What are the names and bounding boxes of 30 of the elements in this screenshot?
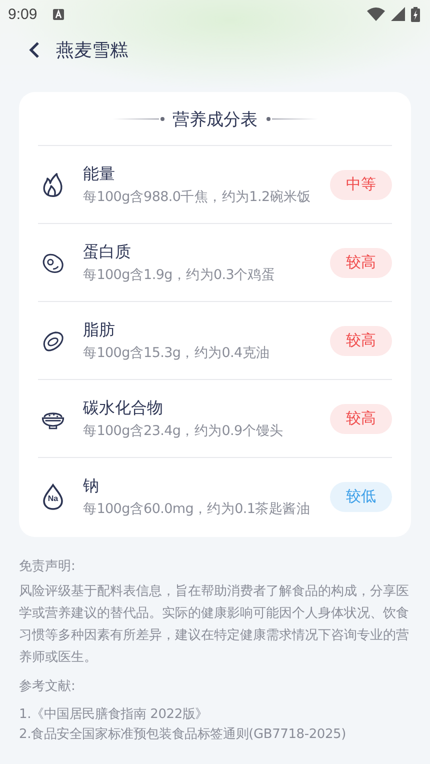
nutrient-name: 碳水化合物 [83,398,164,418]
nutrient-name: 能量 [83,164,116,184]
notification-icon [53,8,64,20]
nutrient-name: 钠 [83,476,100,496]
references-title: 参考文献: [19,678,76,695]
rating-badge: 较高 [330,326,392,356]
reference-item: 1.《中国居民膳食指南 2022版》 [19,706,210,724]
battery-icon [411,6,420,22]
nutrient-detail: 每100g含15.3g，约为0.4克油 [83,344,271,362]
rating-badge: 中等 [330,170,392,200]
status-time: 9:09 [8,6,38,22]
line-ornament-icon [112,116,164,122]
nutrient-name: 蛋白质 [83,242,132,262]
reference-item: 2.食品安全国家标准预包装食品标签通则(GB7718-2025) [19,726,347,744]
page-title: 燕麦雪糕 [56,39,128,62]
nutrient-detail: 每100g含988.0千焦，约为1.2碗米饭 [83,188,312,206]
card-title: 营养成分表 [172,108,258,130]
rating-badge: 较低 [330,482,392,512]
disclaimer-text: 风险评级基于配料表信息，旨在帮助消费者了解食品的构成，分享医学或营养建议的替代品。实际的健康影响可能因个人身体状况、饮食习惯等多种因素有所差异，建议在特定健康需求情况下咨询专业的营养师或医生。 [19,583,410,667]
wifi-icon [367,7,385,21]
disclaimer-title: 免责声明: [19,558,76,575]
line-ornament-icon [266,116,318,122]
nutrient-detail: 每100g含60.0mg，约为0.1茶匙酱油 [83,500,311,518]
rating-badge: 较高 [330,404,392,434]
nutrient-detail: 每100g含1.9g，约为0.3个鸡蛋 [83,266,276,284]
nutrient-detail: 每100g含23.4g，约为0.9个馒头 [83,422,284,440]
rating-badge: 较高 [330,248,392,278]
signal-icon [391,7,405,21]
nutrient-name: 脂肪 [83,320,116,340]
water-drop-icon: Na [40,482,66,510]
